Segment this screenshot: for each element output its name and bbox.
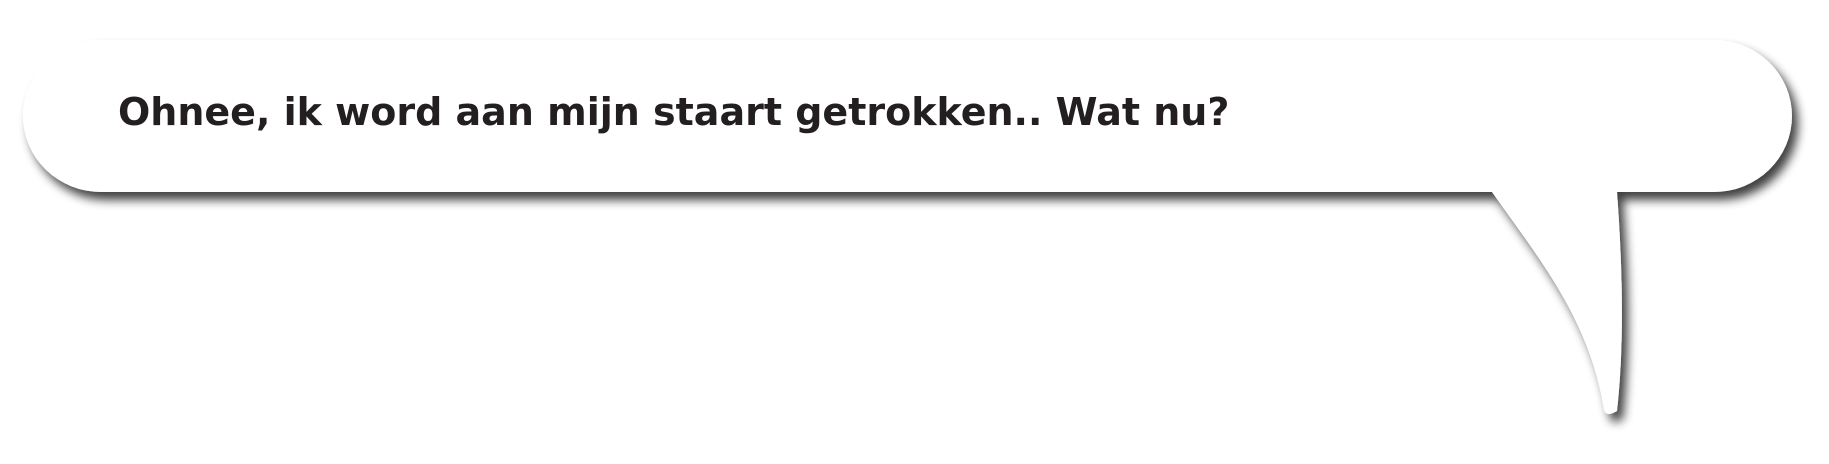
speech-bubble-text: Ohnee, ik word aan mijn staart getrokken… <box>118 90 1230 134</box>
speech-bubble <box>23 40 1792 414</box>
